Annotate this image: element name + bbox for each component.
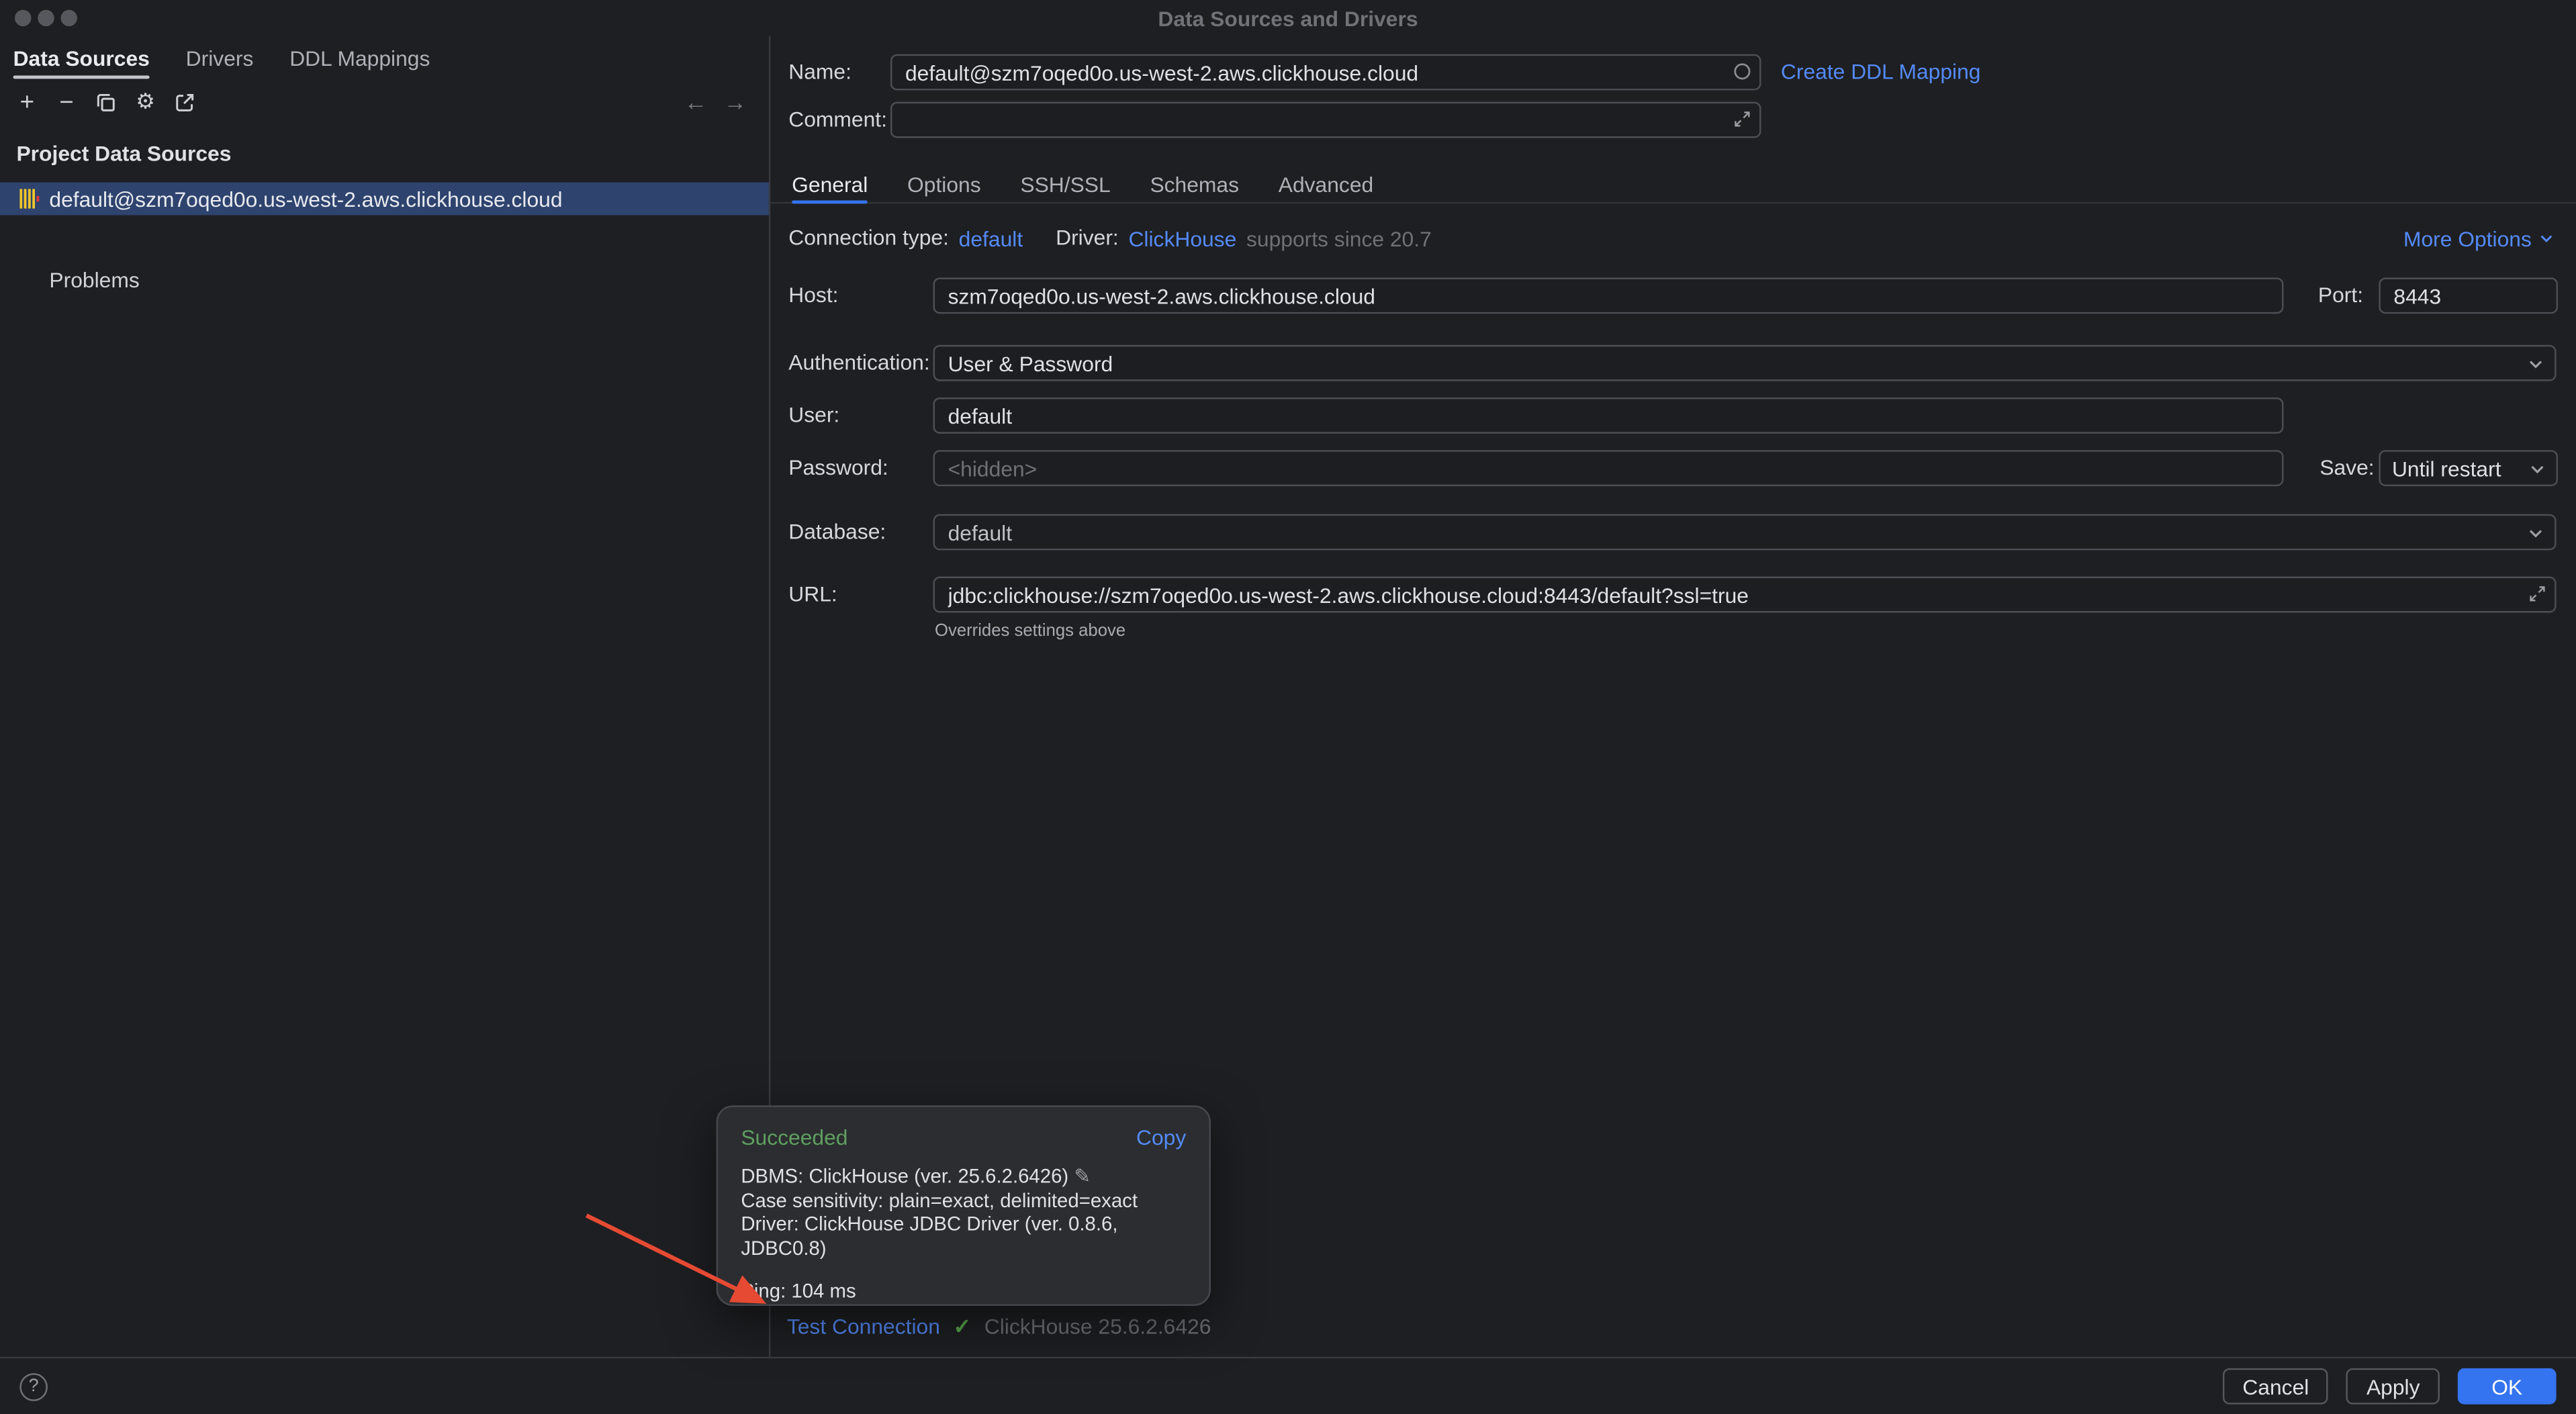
settings-tab-strip: General Options SSH/SSL Schemas Advanced [770,166,2576,203]
user-field-wrap [933,397,2284,434]
driver-value-link[interactable]: ClickHouse [1128,226,1236,250]
server-version-text: ClickHouse 25.6.2.6426 [984,1314,1211,1339]
chevron-down-icon [2536,228,2556,248]
user-label: User: [788,397,839,434]
chevron-down-icon [2525,352,2546,374]
tab-ssh-ssl[interactable]: SSH/SSL [1020,166,1110,202]
back-arrow-icon[interactable]: ← [682,88,710,116]
add-icon[interactable]: + [13,88,42,116]
apply-button[interactable]: Apply [2347,1368,2440,1405]
project-data-sources-title: Project Data Sources [0,125,769,169]
save-select[interactable]: Until restart [2379,450,2558,486]
comment-label: Comment: [788,102,887,138]
ok-button[interactable]: OK [2458,1368,2557,1405]
duplicate-icon[interactable] [92,88,120,116]
connection-type-label: Connection type: [788,224,949,253]
driver-note: supports since 20.7 [1246,226,1432,250]
url-input[interactable] [933,577,2557,613]
save-label: Save: [2319,450,2374,486]
comment-field-wrap [890,102,1761,138]
chevron-down-icon [2527,457,2548,479]
open-in-editor-icon[interactable] [171,88,199,116]
authentication-select[interactable]: User & Password [933,345,2557,381]
test-connection-row: Test Connection ✓ ClickHouse 25.6.2.6426 [787,1313,1211,1341]
port-label: Port: [2318,277,2363,314]
data-sources-dialog: Data Sources and Drivers Data Sources Dr… [0,0,2576,1414]
database-value: default [948,520,1013,545]
create-ddl-mapping-link[interactable]: Create DDL Mapping [1781,54,1981,91]
clickhouse-icon [19,189,39,208]
chevron-down-icon [2525,522,2546,543]
driver-label: Driver: [1056,224,1119,253]
comment-input[interactable] [890,102,1761,138]
host-label: Host: [788,277,838,314]
more-options-link[interactable]: More Options [2403,226,2557,250]
name-input[interactable] [890,54,1761,91]
authentication-label: Authentication: [788,345,929,381]
tab-advanced[interactable]: Advanced [1279,166,1373,202]
window-title: Data Sources and Drivers [0,7,2576,32]
expand-editor-icon[interactable] [1732,108,1753,130]
connection-type-value-link[interactable]: default [959,226,1023,250]
tab-general[interactable]: General [792,166,868,202]
cancel-button[interactable]: Cancel [2223,1368,2329,1405]
edit-pencil-icon[interactable]: ✎ [1074,1164,1091,1187]
dialog-footer: ? Cancel Apply OK [0,1357,2576,1414]
data-source-item-label: default@szm7oqed0o.us-west-2.aws.clickho… [49,187,562,211]
name-field-wrap [890,54,1761,91]
ping-line: Ping: 104 ms [741,1280,1186,1303]
problems-node[interactable]: Problems [0,268,769,293]
forward-arrow-icon[interactable]: → [721,88,749,116]
gear-icon[interactable]: ⚙ [132,88,160,116]
tab-drivers[interactable]: Drivers [186,36,254,79]
test-connection-link[interactable]: Test Connection [787,1314,940,1339]
url-label: URL: [788,577,837,613]
tab-data-sources[interactable]: Data Sources [13,36,150,79]
dbms-line: DBMS: ClickHouse (ver. 25.6.2.6426) ✎ [741,1164,1186,1188]
password-input[interactable] [933,450,2284,486]
save-value: Until restart [2392,456,2501,481]
title-bar: Data Sources and Drivers [0,0,2576,36]
left-toolbar: + − ⚙ ← → [0,79,769,124]
tab-schemas[interactable]: Schemas [1150,166,1239,202]
annotation-arrow [575,1204,792,1322]
driver-line: Driver: ClickHouse JDBC Driver (ver. 0.8… [741,1212,1186,1260]
left-panel: Data Sources Drivers DDL Mappings + − ⚙ [0,36,769,1357]
help-icon[interactable]: ? [19,1372,48,1401]
more-options-label: More Options [2403,226,2532,250]
port-field-wrap [2379,277,2558,314]
host-input[interactable] [933,277,2284,314]
authentication-value: User & Password [948,350,1113,375]
port-input[interactable] [2379,277,2558,314]
success-check-icon: ✓ [953,1313,971,1339]
name-status-circle-icon [1732,61,1753,83]
tab-ddl-mappings[interactable]: DDL Mappings [289,36,430,79]
database-select[interactable]: default [933,514,2557,551]
user-input[interactable] [933,397,2284,434]
name-label: Name: [788,54,852,91]
connection-type-row: Connection type: default Driver: ClickHo… [788,224,2556,253]
password-field-wrap [933,450,2284,486]
connection-status-text: Succeeded [741,1125,847,1150]
url-note: Overrides settings above [935,621,1125,641]
remove-icon[interactable]: − [52,88,81,116]
case-sensitivity-line: Case sensitivity: plain=exact, delimited… [741,1188,1186,1212]
host-field-wrap [933,277,2284,314]
left-tab-strip: Data Sources Drivers DDL Mappings [0,36,769,79]
expand-editor-icon[interactable] [2527,583,2548,604]
password-label: Password: [788,450,888,486]
database-label: Database: [788,514,886,551]
data-source-item[interactable]: default@szm7oqed0o.us-west-2.aws.clickho… [0,183,769,216]
tab-options[interactable]: Options [907,166,981,202]
copy-link[interactable]: Copy [1136,1125,1186,1150]
url-field-wrap [933,577,2557,613]
